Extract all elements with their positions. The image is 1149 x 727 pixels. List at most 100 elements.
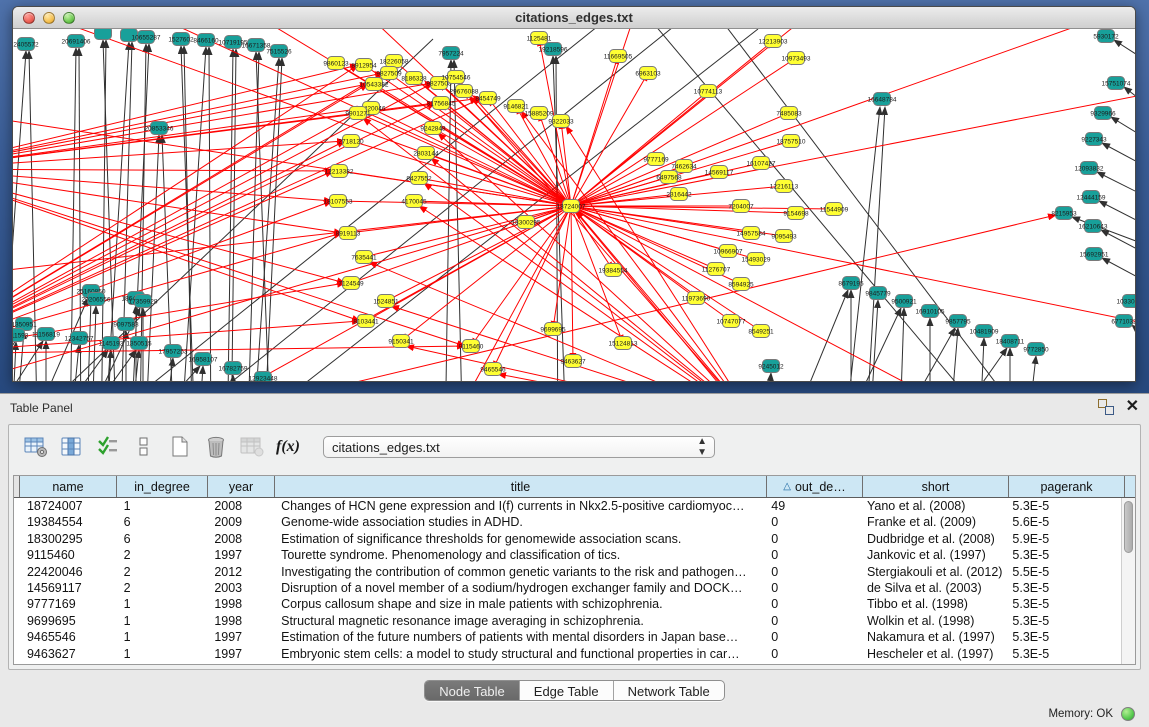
column-header-title[interactable]: title [275, 476, 767, 497]
graph-node-cited[interactable]: 8186328 [401, 72, 427, 85]
table-row[interactable]: 969969511998Structural magnetic resonanc… [14, 613, 1121, 629]
citation-edge-red[interactable] [576, 211, 755, 381]
citation-edge-red[interactable] [13, 169, 332, 201]
table-cell[interactable]: Embryonic stem cells: a model to study s… [274, 646, 764, 662]
graph-node[interactable]: 12923448 [249, 372, 278, 382]
table-row[interactable]: 1872400712008Changes of HCN gene express… [14, 498, 1121, 514]
graph-node[interactable]: 6771032 [1111, 315, 1135, 328]
graph-node-cited[interactable]: 15493029 [742, 253, 771, 266]
graph-node[interactable]: 10330541 [1117, 295, 1135, 308]
graph-node-cited[interactable]: 11669505 [604, 50, 633, 63]
graph-node[interactable]: 1527602 [168, 33, 194, 46]
table-cell[interactable]: 0 [764, 531, 860, 547]
table-cell[interactable]: 9465546 [20, 629, 117, 645]
table-cell[interactable]: Yano et al. (2008) [860, 498, 1005, 514]
table-cell[interactable]: Wolkin et al. (1998) [860, 613, 1005, 629]
graph-node-cited[interactable]: 8912954 [351, 59, 377, 72]
column-header-name[interactable]: name [20, 476, 117, 497]
table-cell[interactable]: 0 [764, 580, 860, 596]
table-cell[interactable]: 1 [117, 629, 208, 645]
column-header-in_degree[interactable]: in_degree [117, 476, 208, 497]
network-canvas[interactable]: 2405572206914061065528715276028466160107… [13, 29, 1135, 381]
graph-node[interactable]: 9845779 [865, 287, 891, 300]
citation-edge-black[interactable] [1102, 258, 1135, 296]
graph-node[interactable]: 7957224 [438, 47, 464, 60]
citation-edge-black[interactable] [1102, 143, 1135, 181]
citation-edge-red[interactable] [571, 172, 719, 206]
table-cell[interactable]: Investigating the contribution of common… [274, 564, 764, 580]
citation-edge-black[interactable] [92, 306, 96, 381]
graph-node-cited[interactable]: 2803144 [413, 147, 439, 160]
graph-node-cited[interactable]: 10774113 [694, 85, 723, 98]
scrollbar-thumb[interactable] [1124, 501, 1133, 553]
graph-node-cited[interactable]: 11544909 [820, 203, 849, 216]
table-cell[interactable]: 0 [764, 613, 860, 629]
citation-edge-red[interactable] [571, 206, 573, 361]
citation-edge-black[interactable] [1097, 172, 1135, 210]
citation-edge-red[interactable] [351, 141, 571, 206]
table-selector-dropdown[interactable]: citations_edges.txt ▲▼ [323, 436, 715, 458]
table-cell[interactable]: 6 [117, 531, 208, 547]
graph-node-cited[interactable]: 18757510 [777, 135, 806, 148]
citation-edge-black[interactable] [898, 328, 955, 381]
table-row[interactable]: 1938455462009Genome-wide association stu… [14, 514, 1121, 530]
table-cell[interactable]: Corpus callosum shape and size in male p… [274, 596, 764, 612]
table-cell[interactable]: 2008 [207, 498, 274, 514]
citation-edge-red[interactable] [571, 73, 648, 206]
table-cell[interactable]: 1 [117, 646, 208, 662]
table-cell[interactable]: 0 [764, 596, 860, 612]
table-cell[interactable]: 5.3E-5 [1005, 613, 1121, 629]
graph-node[interactable]: 16958107 [189, 353, 218, 366]
citation-edge-red[interactable] [13, 206, 571, 279]
graph-node[interactable]: 15751074 [1102, 77, 1131, 90]
graph-node[interactable]: 16648784 [868, 93, 897, 106]
graph-node-cited[interactable]: 10966907 [714, 245, 743, 258]
table-cell[interactable]: 1 [117, 613, 208, 629]
graph-node-cited[interactable]: 14957584 [737, 227, 766, 240]
graph-node[interactable]: 17957253 [159, 345, 188, 358]
citation-edge-black[interactable] [845, 107, 880, 381]
table-cell[interactable]: 2 [117, 564, 208, 580]
table-row[interactable]: 1830029562008Estimation of significance … [14, 531, 1121, 547]
table-cell[interactable]: 5.3E-5 [1005, 646, 1121, 662]
table-column-icon[interactable] [57, 432, 87, 462]
graph-node[interactable]: 10481909 [970, 325, 999, 338]
table-cell[interactable]: 9699695 [20, 613, 117, 629]
table-settings-icon[interactable] [21, 432, 51, 462]
table-cell[interactable]: 1997 [207, 646, 274, 662]
graph-node-cited[interactable]: 9242848 [420, 122, 446, 135]
citation-edge-red[interactable] [193, 215, 1056, 381]
graph-node-cited[interactable]: 8427552 [406, 172, 432, 185]
graph-node[interactable]: 2405572 [13, 38, 39, 51]
graph-node-cited[interactable]: 18300295 [512, 216, 541, 229]
tab-node-table[interactable]: Node Table [425, 681, 520, 700]
delete-table-icon[interactable] [201, 432, 231, 462]
table-cell[interactable]: 22420046 [20, 564, 117, 580]
citation-edge-red[interactable] [13, 141, 345, 354]
table-cell[interactable]: 18300295 [20, 531, 117, 547]
table-cell[interactable]: 0 [764, 629, 860, 645]
float-panel-icon[interactable] [1098, 399, 1114, 415]
network-view-window[interactable]: citations_edges.txt 24055722069140610655… [12, 6, 1136, 382]
graph-node[interactable] [95, 29, 112, 40]
graph-node-cited[interactable]: 4170045 [401, 195, 427, 208]
table-cell[interactable]: Stergiakouli et al. (2012) [860, 564, 1005, 580]
citation-edge-black[interactable] [1028, 356, 1036, 381]
row-height-icon[interactable] [129, 432, 159, 462]
graph-node-cited[interactable]: 8549251 [748, 325, 774, 338]
graph-node[interactable]: 9245012 [758, 360, 784, 373]
graph-node-cited[interactable]: 12213382 [325, 165, 354, 178]
citation-edge-red[interactable] [13, 83, 433, 169]
citation-edge-black[interactable] [13, 342, 16, 381]
citation-edge-red[interactable] [13, 73, 383, 354]
citation-edge-black[interactable] [950, 348, 1007, 381]
table-cell[interactable]: 2 [117, 580, 208, 596]
table-cell[interactable]: de Silva et al. (2003) [860, 580, 1005, 596]
table-cell[interactable]: 18724007 [20, 498, 117, 514]
citation-edge-black[interactable] [980, 338, 984, 381]
graph-node-cited[interactable]: 9150341 [388, 335, 414, 348]
table-cell[interactable]: Dudbridge et al. (2008) [860, 531, 1005, 547]
column-header-short[interactable]: short [863, 476, 1009, 497]
table-cell[interactable]: Genome-wide association studies in ADHD. [274, 514, 764, 530]
graph-node[interactable]: 11156819 [32, 328, 60, 341]
